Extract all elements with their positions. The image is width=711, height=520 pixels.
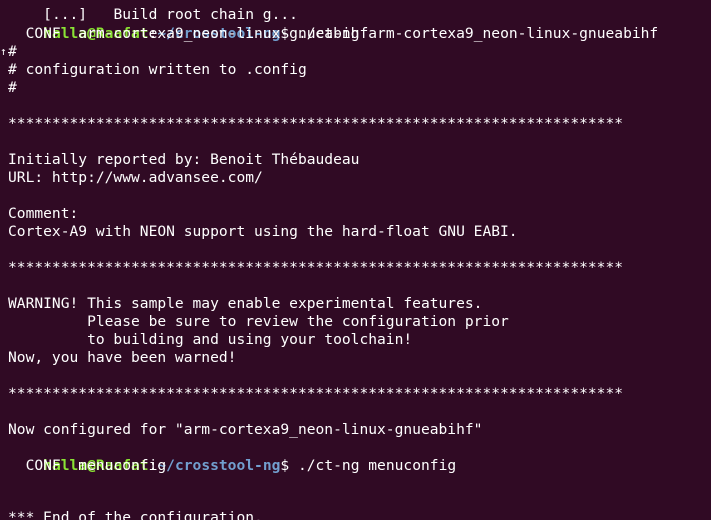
output-conf-1: CONF arm-cortexa9_neon-linux-gnueabihf [8, 25, 369, 42]
prompt-symbol: $ [280, 457, 298, 474]
output-config-written: # configuration written to .config [8, 61, 307, 78]
output-warning-3: to building and using your toolchain! [8, 331, 413, 348]
cwd: ~/crosstool-ng [157, 457, 281, 474]
output-configured-for: Now configured for "arm-cortexa9_neon-li… [8, 421, 483, 438]
partial-bottom-line: *** End of the configuration. [8, 509, 263, 520]
output-hash-2: # [8, 79, 17, 96]
output-warning-4: Now, you have been warned! [8, 349, 237, 366]
output-conf-2: CONF menuconfig [8, 457, 167, 474]
prompt-line-1: halla@Raafat:~/crosstool-ng$ ./ct-ng arm… [8, 7, 658, 42]
output-comment-label: Comment: [8, 205, 79, 222]
output-stars-1: ****************************************… [8, 115, 624, 132]
output-stars-2: ****************************************… [8, 259, 624, 276]
terminal-window[interactable]: [...] Build root chain g... halla@Raafat… [0, 0, 711, 520]
command-text: ./ct-ng menuconfig [297, 457, 457, 474]
output-warning-1: WARNING! This sample may enable experime… [8, 295, 483, 312]
output-reported-by: Initially reported by: Benoit Thébaudeau [8, 151, 360, 168]
prompt-line-2: halla@Raafat:~/crosstool-ng$ ./ct-ng men… [8, 439, 456, 474]
output-comment-text: Cortex-A9 with NEON support using the ha… [8, 223, 518, 240]
output-stars-3: ****************************************… [8, 385, 624, 402]
output-warning-2: Please be sure to review the configurati… [8, 313, 509, 330]
partial-top-line: [...] Build root chain g... [43, 6, 298, 23]
output-url: URL: http://www.advansee.com/ [8, 169, 263, 186]
output-hash-1: # [8, 43, 17, 60]
scroll-marker-icon: ↑ [0, 45, 7, 58]
